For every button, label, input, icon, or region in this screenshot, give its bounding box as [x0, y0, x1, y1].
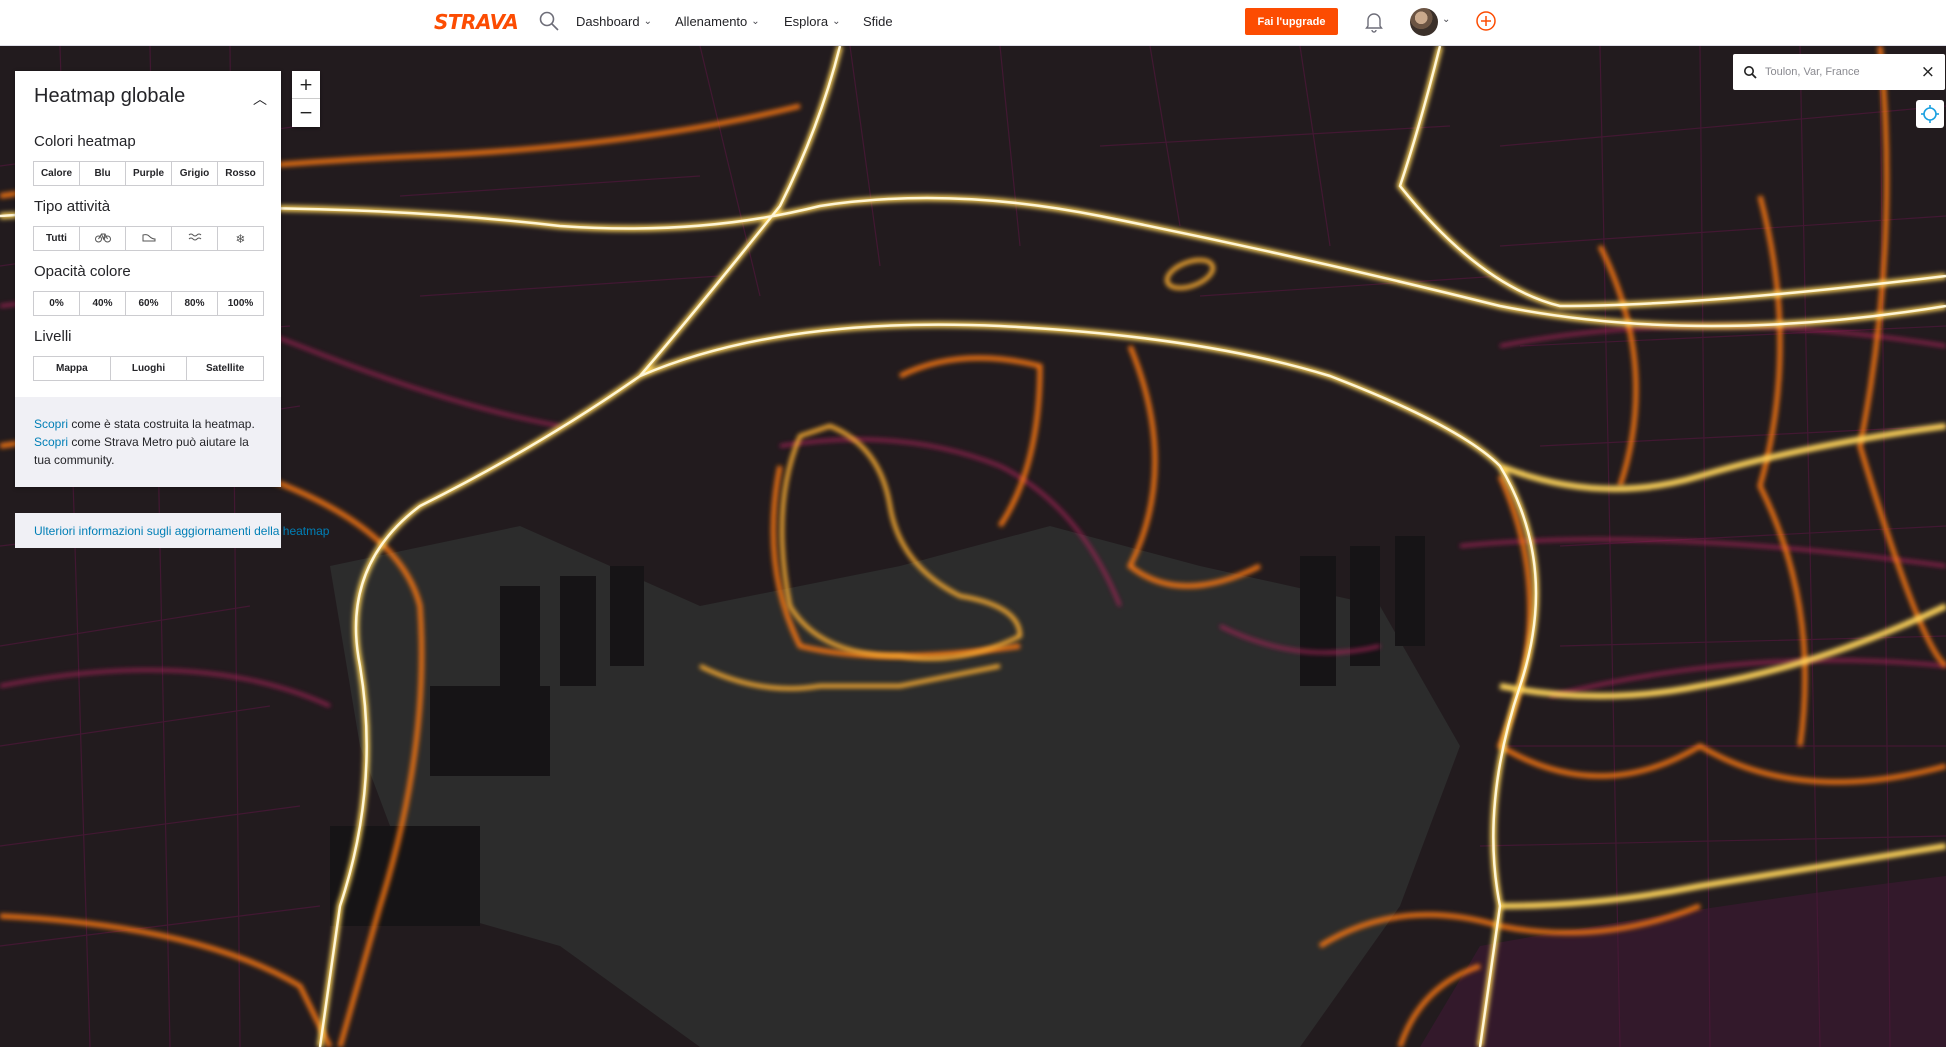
add-circle-icon[interactable] — [1475, 10, 1497, 32]
location-search-input[interactable] — [1765, 62, 1915, 82]
upgrade-button[interactable]: Fai l'upgrade — [1245, 8, 1338, 35]
nav-esplora[interactable]: Esplora ⌄ — [784, 14, 840, 29]
avatar[interactable] — [1410, 8, 1438, 36]
color-options: Calore Blu Purple Grigio Rosso — [33, 161, 264, 186]
search-icon — [1744, 66, 1757, 79]
water-icon — [188, 233, 201, 241]
color-purple-button[interactable]: Purple — [125, 161, 172, 186]
panel-footer: Scopri come è stata costruita la heatmap… — [15, 397, 281, 487]
top-nav: STRAVA Dashboard ⌄ Allenamento ⌄ Esplora ⌄ … — [0, 0, 1946, 46]
activity-label: Tipo attività — [34, 198, 111, 215]
activity-all-button[interactable]: Tutti — [33, 226, 80, 251]
discover-heatmap-link[interactable]: Scopri — [34, 417, 68, 431]
strava-logo[interactable]: STRAVA — [434, 10, 519, 34]
opacity-60-button[interactable]: 60% — [125, 291, 172, 316]
activity-winter-button[interactable]: ❄ — [217, 226, 264, 251]
heatmap-canvas — [0, 46, 1946, 1047]
opacity-0-button[interactable]: 0% — [33, 291, 80, 316]
zoom-in-button[interactable]: + — [292, 71, 320, 99]
opacity-40-button[interactable]: 40% — [79, 291, 126, 316]
chevron-down-icon: ⌄ — [751, 16, 760, 27]
location-search: × — [1733, 54, 1945, 90]
activity-options: Tutti ❄ — [33, 226, 264, 251]
panel-title: Heatmap globale — [34, 85, 186, 107]
opacity-80-button[interactable]: 80% — [171, 291, 218, 316]
heatmap-map[interactable] — [0, 46, 1946, 1047]
shoe-icon — [142, 234, 155, 242]
opacity-options: 0% 40% 60% 80% 100% — [33, 291, 264, 316]
chevron-up-icon[interactable]: ︿ — [253, 89, 267, 109]
heatmap-updates-link[interactable]: Ulteriori informazioni sugli aggiornamen… — [34, 524, 329, 538]
layer-options: Mappa Luoghi Satellite — [33, 356, 265, 381]
chevron-down-icon: ⌄ — [832, 16, 841, 27]
locate-button[interactable] — [1916, 100, 1944, 128]
chevron-down-icon: ⌄ — [643, 16, 652, 27]
layers-label: Livelli — [34, 328, 72, 345]
snowflake-icon: ❄ — [235, 231, 246, 246]
heatmap-updates-banner: Ulteriori informazioni sugli aggiornamen… — [15, 513, 329, 548]
zoom-controls: + − — [292, 71, 320, 127]
nav-allenamento[interactable]: Allenamento ⌄ — [675, 14, 760, 29]
color-calore-button[interactable]: Calore — [33, 161, 80, 186]
discover-heatmap-line: Scopri come è stata costruita la heatmap… — [34, 417, 255, 431]
locate-icon — [1921, 105, 1939, 123]
opacity-label: Opacità colore — [34, 263, 131, 280]
panel-header[interactable]: Heatmap globale ︿ — [15, 71, 281, 121]
bell-icon[interactable] — [1364, 11, 1384, 33]
heatmap-panel: Heatmap globale ︿ Colori heatmap Calore … — [15, 71, 281, 487]
layer-luoghi-button[interactable]: Luoghi — [109, 356, 188, 381]
zoom-out-button[interactable]: − — [292, 99, 320, 127]
nav-dashboard[interactable]: Dashboard ⌄ — [576, 14, 652, 29]
clear-search-button[interactable]: × — [1921, 62, 1935, 82]
color-grigio-button[interactable]: Grigio — [171, 161, 218, 186]
opacity-100-button[interactable]: 100% — [217, 291, 264, 316]
discover-metro-line: Scopri come Strava Metro può aiutare la … — [34, 435, 249, 467]
activity-water-button[interactable] — [171, 226, 218, 251]
chevron-down-icon[interactable]: ⌄ — [1442, 14, 1450, 25]
colors-label: Colori heatmap — [34, 133, 136, 150]
nav-sfide[interactable]: Sfide — [863, 14, 893, 29]
bike-icon — [94, 233, 111, 243]
color-blu-button[interactable]: Blu — [79, 161, 126, 186]
search-icon[interactable] — [538, 10, 560, 32]
discover-metro-link[interactable]: Scopri — [34, 435, 68, 449]
color-rosso-button[interactable]: Rosso — [217, 161, 264, 186]
activity-ride-button[interactable] — [79, 226, 126, 251]
activity-run-button[interactable] — [125, 226, 172, 251]
layer-satellite-button[interactable]: Satellite — [186, 356, 265, 381]
layer-mappa-button[interactable]: Mappa — [33, 356, 111, 381]
